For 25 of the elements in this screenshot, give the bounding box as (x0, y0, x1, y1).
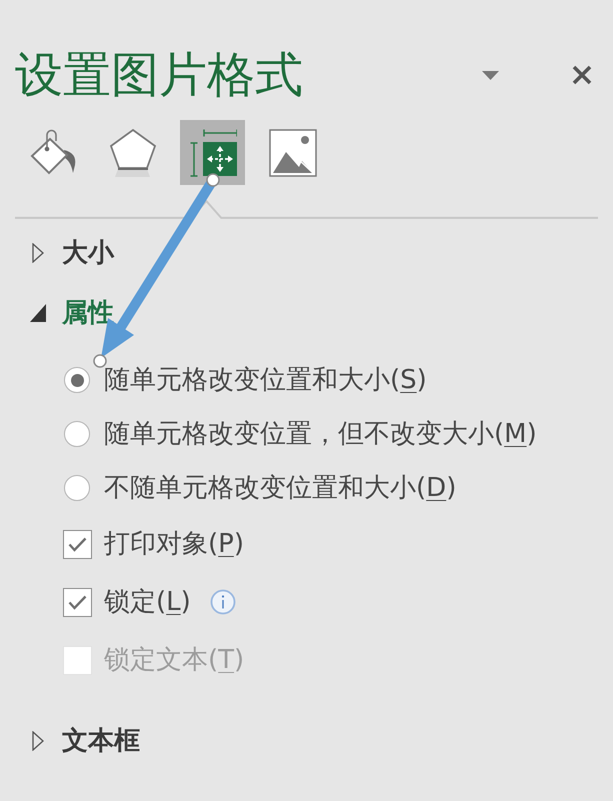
checkbox[interactable] (62, 530, 92, 558)
tab[interactable] (180, 120, 245, 185)
checkbox-label[interactable]: 锁定(L) (104, 585, 191, 619)
radio-label[interactable]: 随单元格改变位置，但不改变大小(M) (104, 417, 537, 451)
caret-icon (482, 70, 498, 80)
radio-button[interactable] (64, 367, 90, 393)
picture-icon (268, 128, 316, 176)
radio-button[interactable] (64, 475, 90, 501)
section-header[interactable]: 大小 (0, 233, 114, 273)
collapsed-triangle-icon (32, 731, 44, 751)
radio-label[interactable]: 不随单元格改变位置和大小(D) (104, 471, 456, 505)
panel-title: 设置图片格式 (15, 46, 303, 105)
checkbox[interactable] (62, 588, 92, 616)
checkmark-icon (68, 536, 86, 552)
collapsed-triangle-icon (32, 243, 44, 263)
checkbox-label[interactable]: 打印对象(P) (104, 527, 244, 561)
section-header[interactable]: 文本框 (0, 721, 140, 761)
close-icon (572, 65, 592, 85)
checkmark-icon (68, 594, 86, 610)
radio-label[interactable]: 随单元格改变位置和大小(S) (104, 363, 427, 397)
expanded-triangle-icon (30, 304, 46, 322)
radio-button[interactable] (64, 421, 90, 447)
pentagon-icon (108, 128, 156, 178)
radio-dot-icon (70, 374, 84, 386)
resize-move-icon (188, 128, 236, 176)
